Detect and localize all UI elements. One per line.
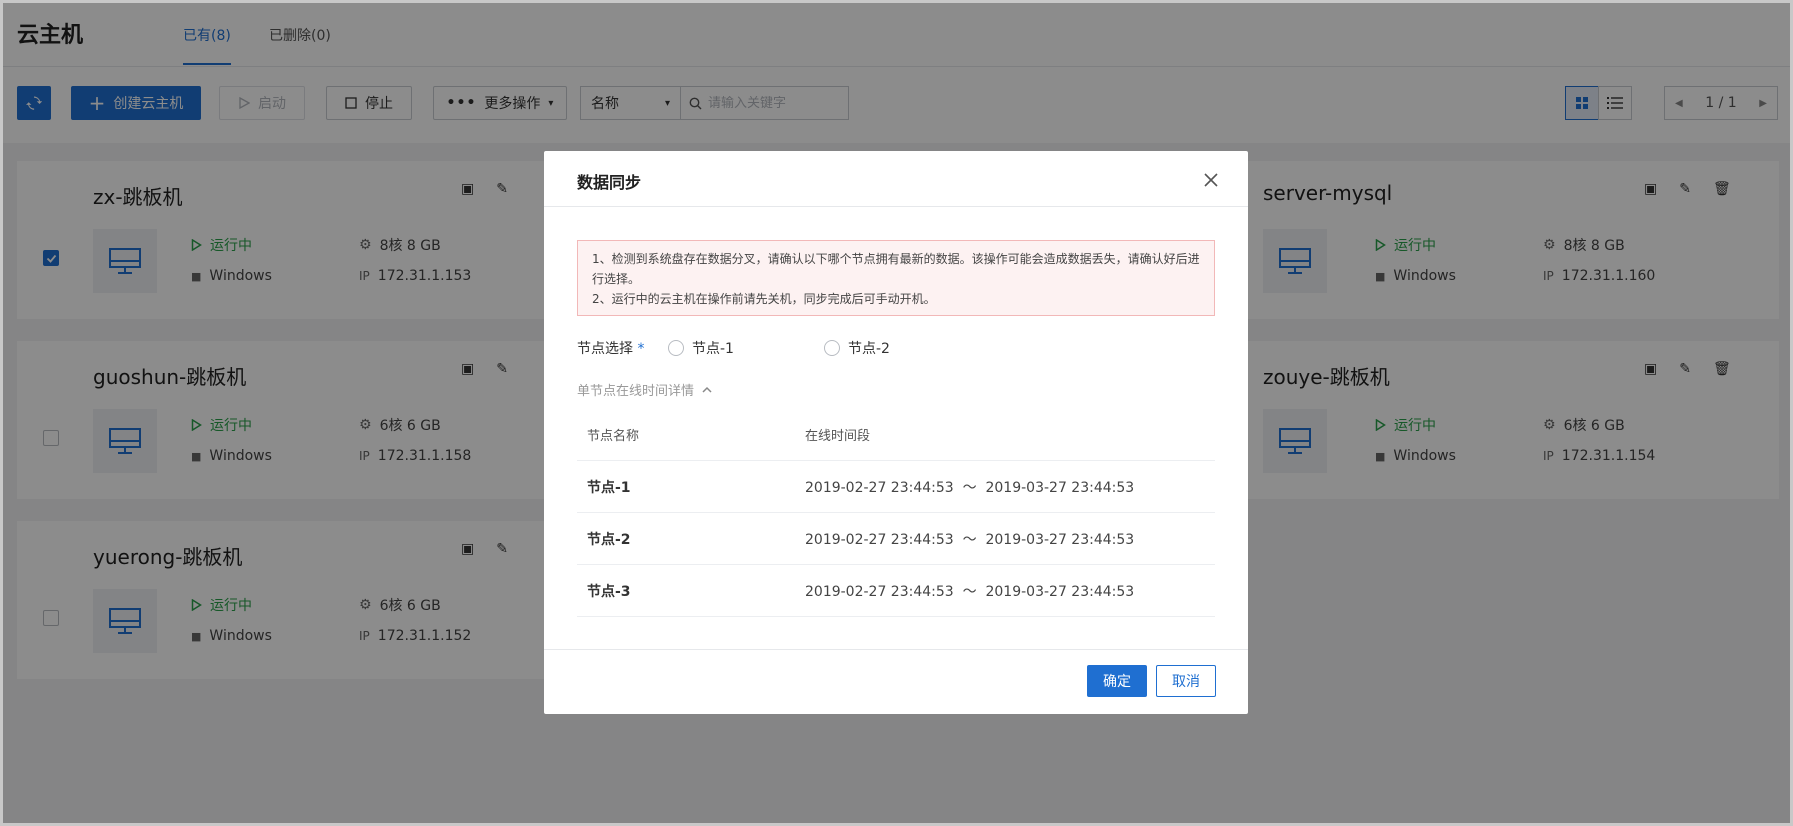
node-name-cell: 节点-2: [587, 531, 631, 548]
confirm-button[interactable]: 确定: [1087, 665, 1147, 697]
online-period-cell: 2019-02-27 23:44:53 ～ 2019-03-27 23:44:5…: [805, 531, 1135, 548]
node-online-table: 节点名称 在线时间段 节点-1 2019-02-27 23:44:53 ～ 20…: [577, 409, 1215, 617]
column-header: 节点名称: [587, 429, 640, 444]
chevron-up-icon: [702, 386, 712, 393]
app-window: 云主机 已有(8) 已删除(0) + 创建云主机 启动 停止 ••• 更多操作 …: [0, 0, 1793, 826]
table-row: 节点-2 2019-02-27 23:44:53 ～ 2019-03-27 23…: [577, 513, 1215, 565]
column-header: 在线时间段: [805, 429, 871, 444]
table-row: 节点-3 2019-02-27 23:44:53 ～ 2019-03-27 23…: [577, 565, 1215, 617]
alert-line: 1、检测到系统盘存在数据分叉，请确认以下哪个节点拥有最新的数据。该操作可能会造成…: [592, 252, 1200, 286]
online-period-cell: 2019-02-27 23:44:53 ～ 2019-03-27 23:44:5…: [805, 479, 1135, 496]
table-header: 节点名称 在线时间段: [577, 409, 1215, 461]
online-period-cell: 2019-02-27 23:44:53 ～ 2019-03-27 23:44:5…: [805, 583, 1135, 600]
radio-node-2[interactable]: 节点-2: [824, 338, 890, 358]
warning-alert: 1、检测到系统盘存在数据分叉，请确认以下哪个节点拥有最新的数据。该操作可能会造成…: [577, 240, 1215, 316]
close-button[interactable]: [1198, 167, 1224, 193]
cancel-button[interactable]: 取消: [1156, 665, 1216, 697]
online-detail-toggle[interactable]: 单节点在线时间详情: [577, 380, 712, 399]
data-sync-dialog: 数据同步 1、检测到系统盘存在数据分叉，请确认以下哪个节点拥有最新的数据。该操作…: [544, 151, 1248, 714]
node-name-cell: 节点-3: [587, 583, 631, 600]
alert-line: 2、运行中的云主机在操作前请先关机，同步完成后可手动开机。: [592, 292, 936, 306]
node-name-cell: 节点-1: [587, 479, 631, 496]
close-icon: [1204, 173, 1218, 187]
required-mark: *: [637, 341, 645, 357]
radio-node-1[interactable]: 节点-1: [668, 338, 734, 358]
table-row: 节点-1 2019-02-27 23:44:53 ～ 2019-03-27 23…: [577, 461, 1215, 513]
radio-circle[interactable]: [668, 340, 684, 356]
radio-circle[interactable]: [824, 340, 840, 356]
divider: [544, 206, 1248, 207]
node-select-label: 节点选择 *: [577, 341, 645, 357]
dialog-title: 数据同步: [577, 173, 642, 192]
divider: [544, 649, 1248, 650]
